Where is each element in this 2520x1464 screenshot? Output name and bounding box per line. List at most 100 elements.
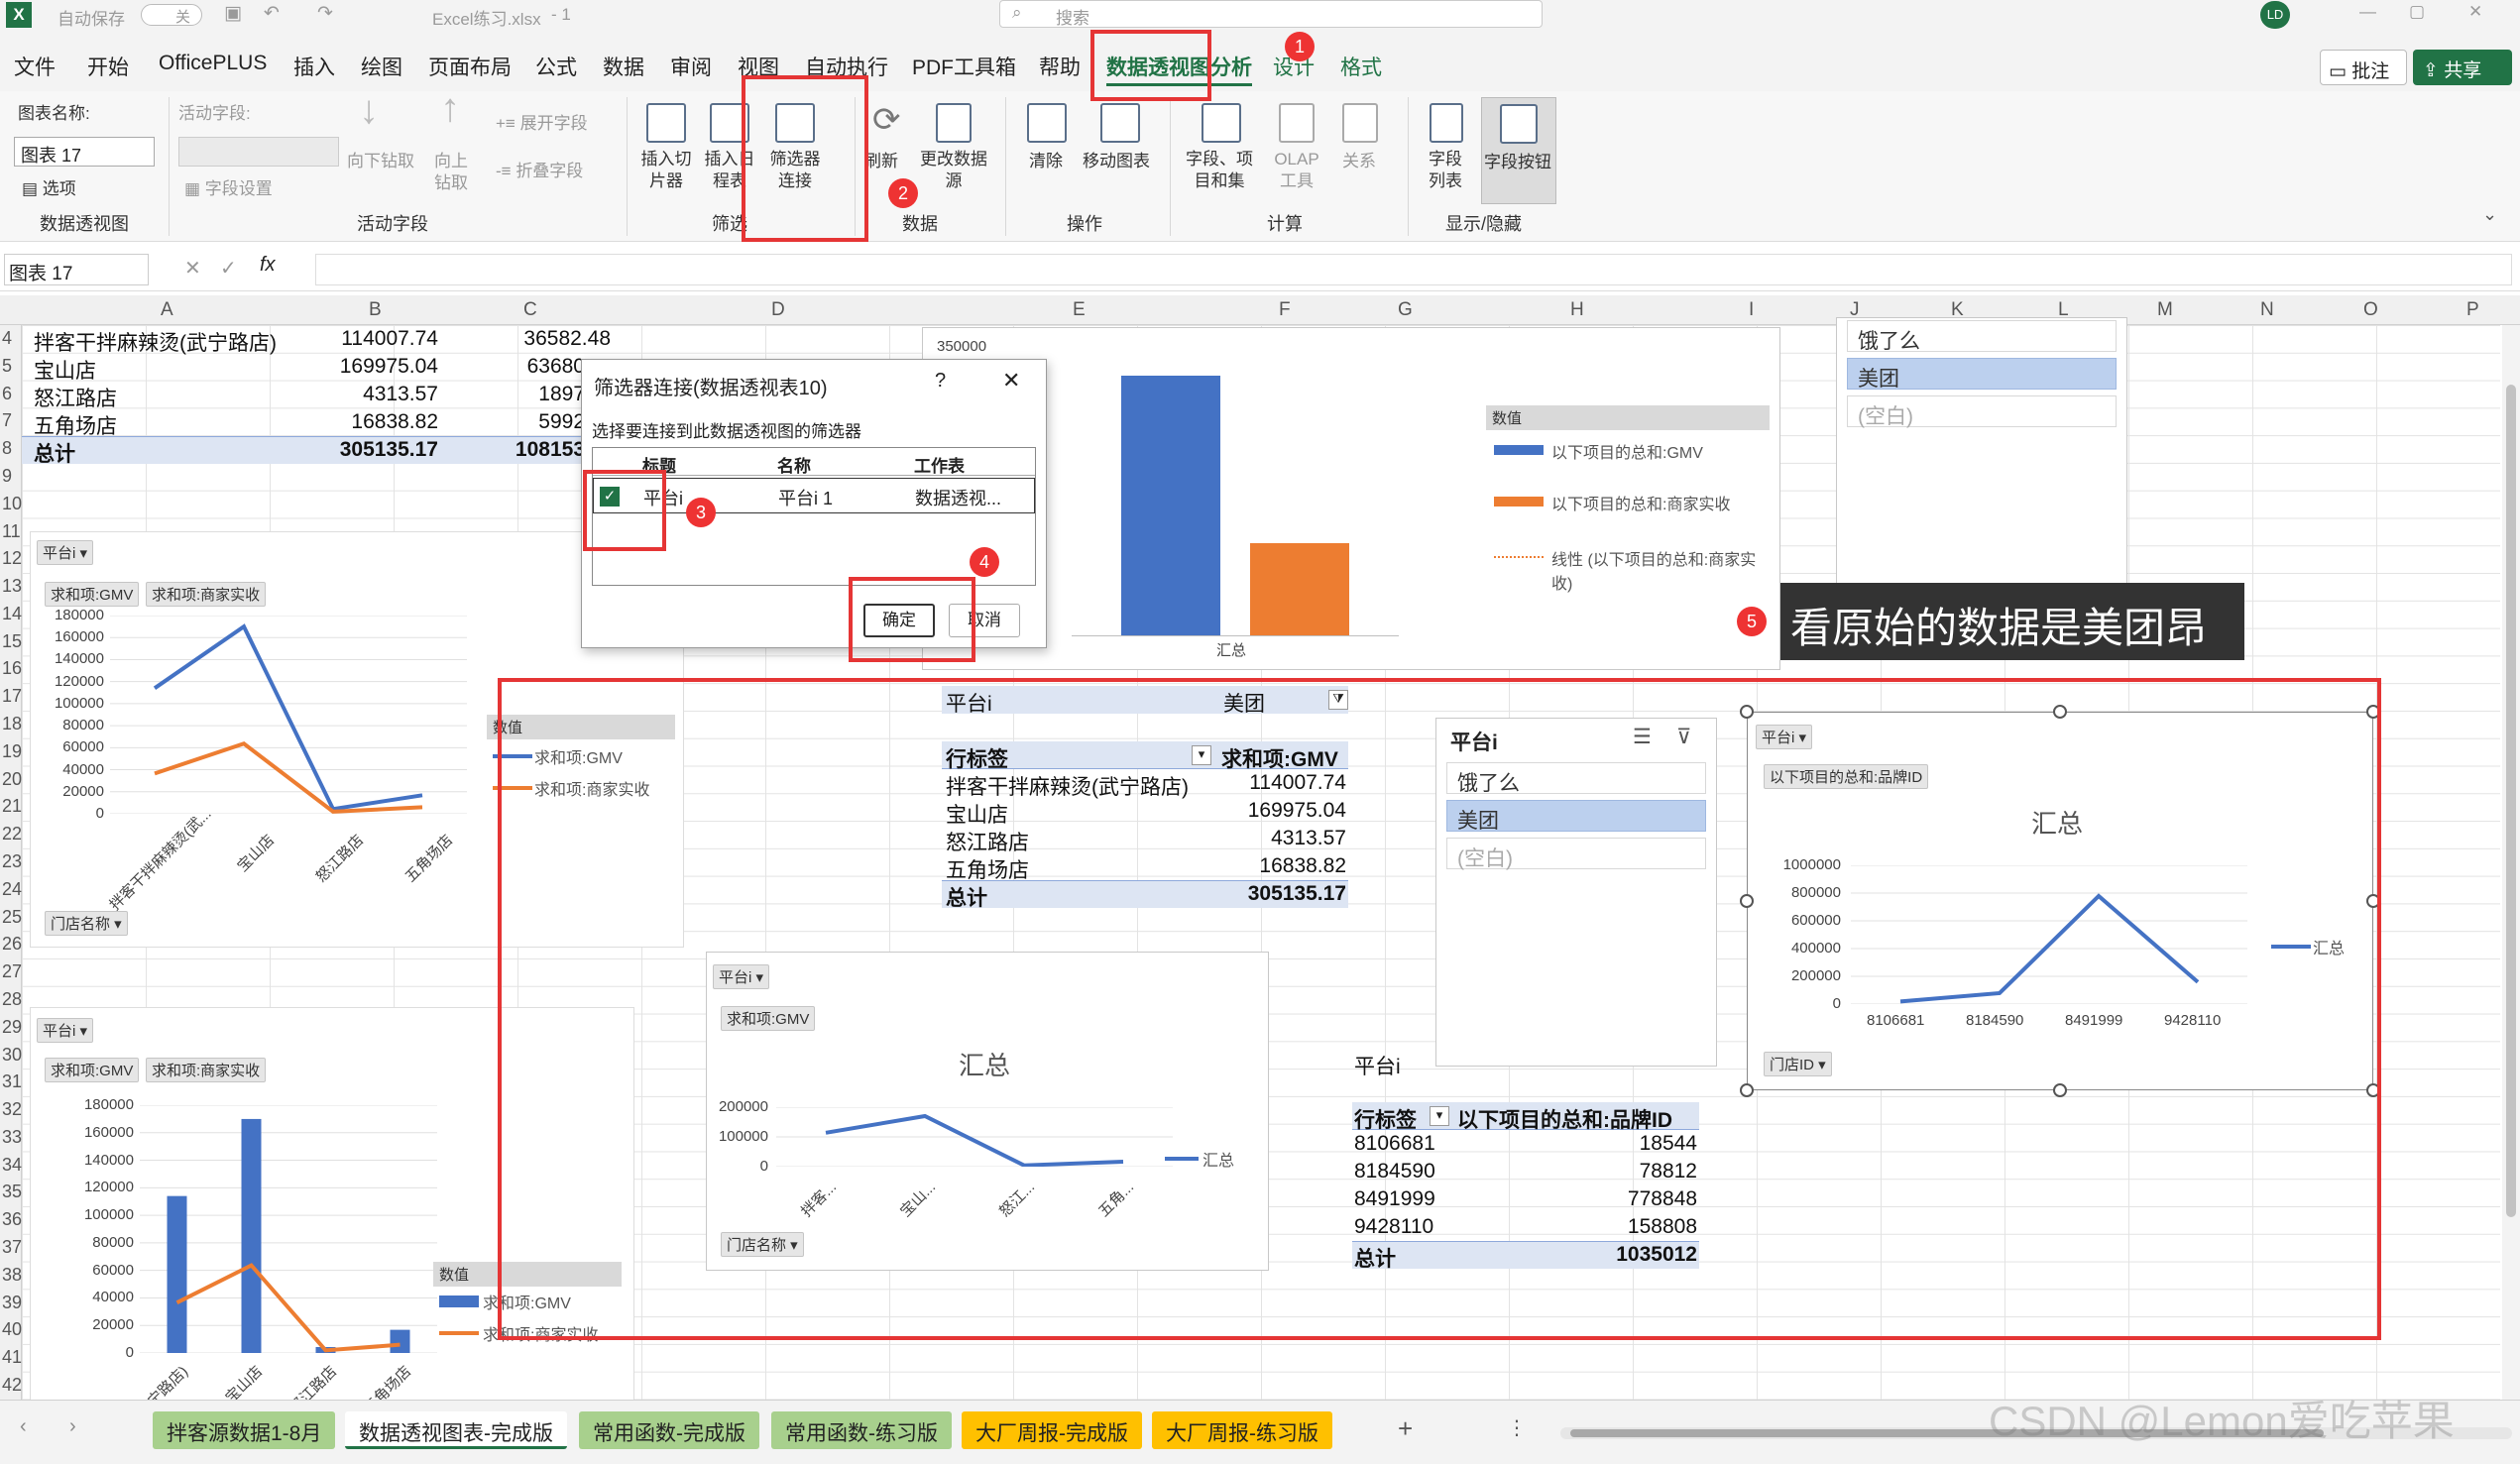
slicer-item[interactable]: (空白): [1847, 395, 2117, 428]
avatar[interactable]: LD: [2260, 1, 2290, 29]
name-box[interactable]: 图表 17: [4, 254, 149, 285]
row-header[interactable]: 34: [2, 1155, 22, 1176]
tab-next-icon[interactable]: ›: [69, 1415, 76, 1438]
col-E[interactable]: E: [1073, 299, 1086, 321]
bar-merchant-income[interactable]: [1250, 543, 1349, 635]
tab-prev-icon[interactable]: ‹: [20, 1415, 27, 1438]
menu-page-layout[interactable]: 页面布局: [428, 52, 512, 81]
row-header[interactable]: 10: [2, 494, 22, 514]
row-header[interactable]: 31: [2, 1071, 22, 1092]
row-header[interactable]: 42: [2, 1375, 22, 1396]
restore-icon[interactable]: ▢: [2409, 2, 2425, 22]
vertical-scrollbar[interactable]: [2502, 325, 2520, 1400]
row-header[interactable]: 29: [2, 1017, 22, 1038]
minimize-icon[interactable]: —: [2359, 2, 2376, 22]
col-A[interactable]: A: [161, 299, 173, 321]
menu-draw[interactable]: 绘图: [361, 52, 402, 81]
collapse-field-button[interactable]: -≡ 折叠字段: [496, 161, 583, 182]
col-D[interactable]: D: [771, 299, 785, 321]
row-header[interactable]: 41: [2, 1347, 22, 1368]
row-header[interactable]: 33: [2, 1127, 22, 1148]
drill-up-button[interactable]: 向上钻取: [428, 151, 474, 194]
field-list-button[interactable]: 字段列表: [1426, 149, 1465, 192]
top-row-b[interactable]: 114007.74: [297, 327, 438, 351]
top-row-c[interactable]: 1897: [466, 383, 585, 406]
col-N[interactable]: N: [2260, 299, 2274, 321]
top-total-b[interactable]: 305135.17: [297, 438, 438, 462]
col-B[interactable]: B: [369, 299, 382, 321]
row-header[interactable]: 6: [2, 384, 12, 404]
row-header[interactable]: 28: [2, 989, 22, 1010]
top-row-c[interactable]: 63680: [466, 355, 585, 379]
change-source-button[interactable]: 更改数据源: [918, 149, 989, 192]
value-button[interactable]: 求和项:GMV: [45, 582, 140, 607]
row-header[interactable]: 14: [2, 604, 22, 624]
move-chart-button[interactable]: 移动图表: [1083, 151, 1150, 172]
active-field-input[interactable]: [178, 137, 339, 167]
add-sheet-icon[interactable]: +: [1398, 1413, 1413, 1444]
row-header[interactable]: 18: [2, 714, 22, 734]
col-P[interactable]: P: [2466, 299, 2479, 321]
share-button[interactable]: ⇪ 共享: [2413, 50, 2512, 85]
row-header[interactable]: 7: [2, 410, 12, 431]
value-button[interactable]: 求和项:商家实收: [146, 1058, 267, 1082]
options-button[interactable]: ▤ 选项: [22, 178, 76, 200]
row-header[interactable]: 37: [2, 1237, 22, 1258]
chart-name-input[interactable]: 图表 17: [14, 137, 155, 167]
cancel-icon[interactable]: ✕: [184, 256, 201, 281]
bar-gmv[interactable]: [1121, 376, 1220, 635]
row-header[interactable]: 36: [2, 1209, 22, 1230]
col-O[interactable]: O: [2363, 299, 2378, 321]
top-row-name[interactable]: 拌客干拌麻辣烫(武宁路店): [34, 327, 277, 357]
row-header[interactable]: 5: [2, 356, 12, 377]
refresh-button[interactable]: 刷新: [864, 151, 898, 172]
insert-slicer-button[interactable]: 插入切片器: [638, 149, 694, 192]
menu-format[interactable]: 格式: [1340, 52, 1382, 81]
line-chart-plot[interactable]: [110, 616, 467, 814]
row-header[interactable]: 38: [2, 1265, 22, 1286]
row-header[interactable]: 9: [2, 466, 12, 487]
col-G[interactable]: G: [1398, 299, 1413, 321]
row-header[interactable]: 21: [2, 796, 22, 817]
row-header[interactable]: 24: [2, 879, 22, 900]
col-M[interactable]: M: [2157, 299, 2173, 321]
clear-button[interactable]: 清除: [1029, 151, 1063, 172]
close-window-icon[interactable]: ✕: [2468, 2, 2482, 22]
close-icon[interactable]: ✕: [1002, 368, 1020, 394]
col-H[interactable]: H: [1570, 299, 1584, 321]
menu-file[interactable]: 文件: [14, 52, 56, 81]
value-button[interactable]: 求和项:商家实收: [146, 582, 267, 607]
row-header[interactable]: 15: [2, 631, 22, 652]
redo-icon[interactable]: ↷: [317, 2, 333, 25]
formula-input[interactable]: [315, 254, 2512, 285]
enter-icon[interactable]: ✓: [220, 256, 237, 281]
filter-button[interactable]: 平台i ▾: [37, 540, 94, 565]
top-total-label[interactable]: 总计: [34, 438, 75, 468]
axis-field-button[interactable]: 门店名称 ▾: [45, 911, 128, 936]
expand-field-button[interactable]: +≡ 展开字段: [496, 113, 588, 135]
row-header[interactable]: 13: [2, 576, 22, 597]
menu-formulas[interactable]: 公式: [535, 52, 577, 81]
col-F[interactable]: F: [1279, 299, 1291, 321]
sheet-tab[interactable]: 大厂周报-练习版: [1152, 1411, 1332, 1449]
function-icon[interactable]: fx: [260, 254, 276, 277]
row-header[interactable]: 17: [2, 686, 22, 707]
save-icon[interactable]: ▣: [224, 2, 242, 25]
more-icon[interactable]: ⋮: [1507, 1415, 1527, 1440]
slicer-item[interactable]: 饿了么: [1847, 320, 2117, 353]
row-header[interactable]: 25: [2, 907, 22, 928]
menu-help[interactable]: 帮助: [1039, 52, 1081, 81]
row-header[interactable]: 16: [2, 658, 22, 679]
autosave-toggle[interactable]: 关: [141, 4, 202, 26]
menu-insert[interactable]: 插入: [293, 52, 335, 81]
search-box[interactable]: ⌕ 搜索: [999, 0, 1543, 28]
menu-home[interactable]: 开始: [87, 52, 129, 81]
ribbon-collapse-icon[interactable]: ⌄: [2482, 204, 2497, 225]
row-header[interactable]: 40: [2, 1319, 22, 1340]
comments-button[interactable]: ▭ 批注: [2320, 50, 2407, 85]
sheet-tab[interactable]: 大厂周报-完成版: [962, 1411, 1142, 1449]
row-header[interactable]: 32: [2, 1099, 22, 1120]
row-header[interactable]: 20: [2, 769, 22, 790]
menu-pdf-tools[interactable]: PDF工具箱: [912, 52, 1016, 81]
top-total-c[interactable]: 108153: [466, 438, 585, 462]
